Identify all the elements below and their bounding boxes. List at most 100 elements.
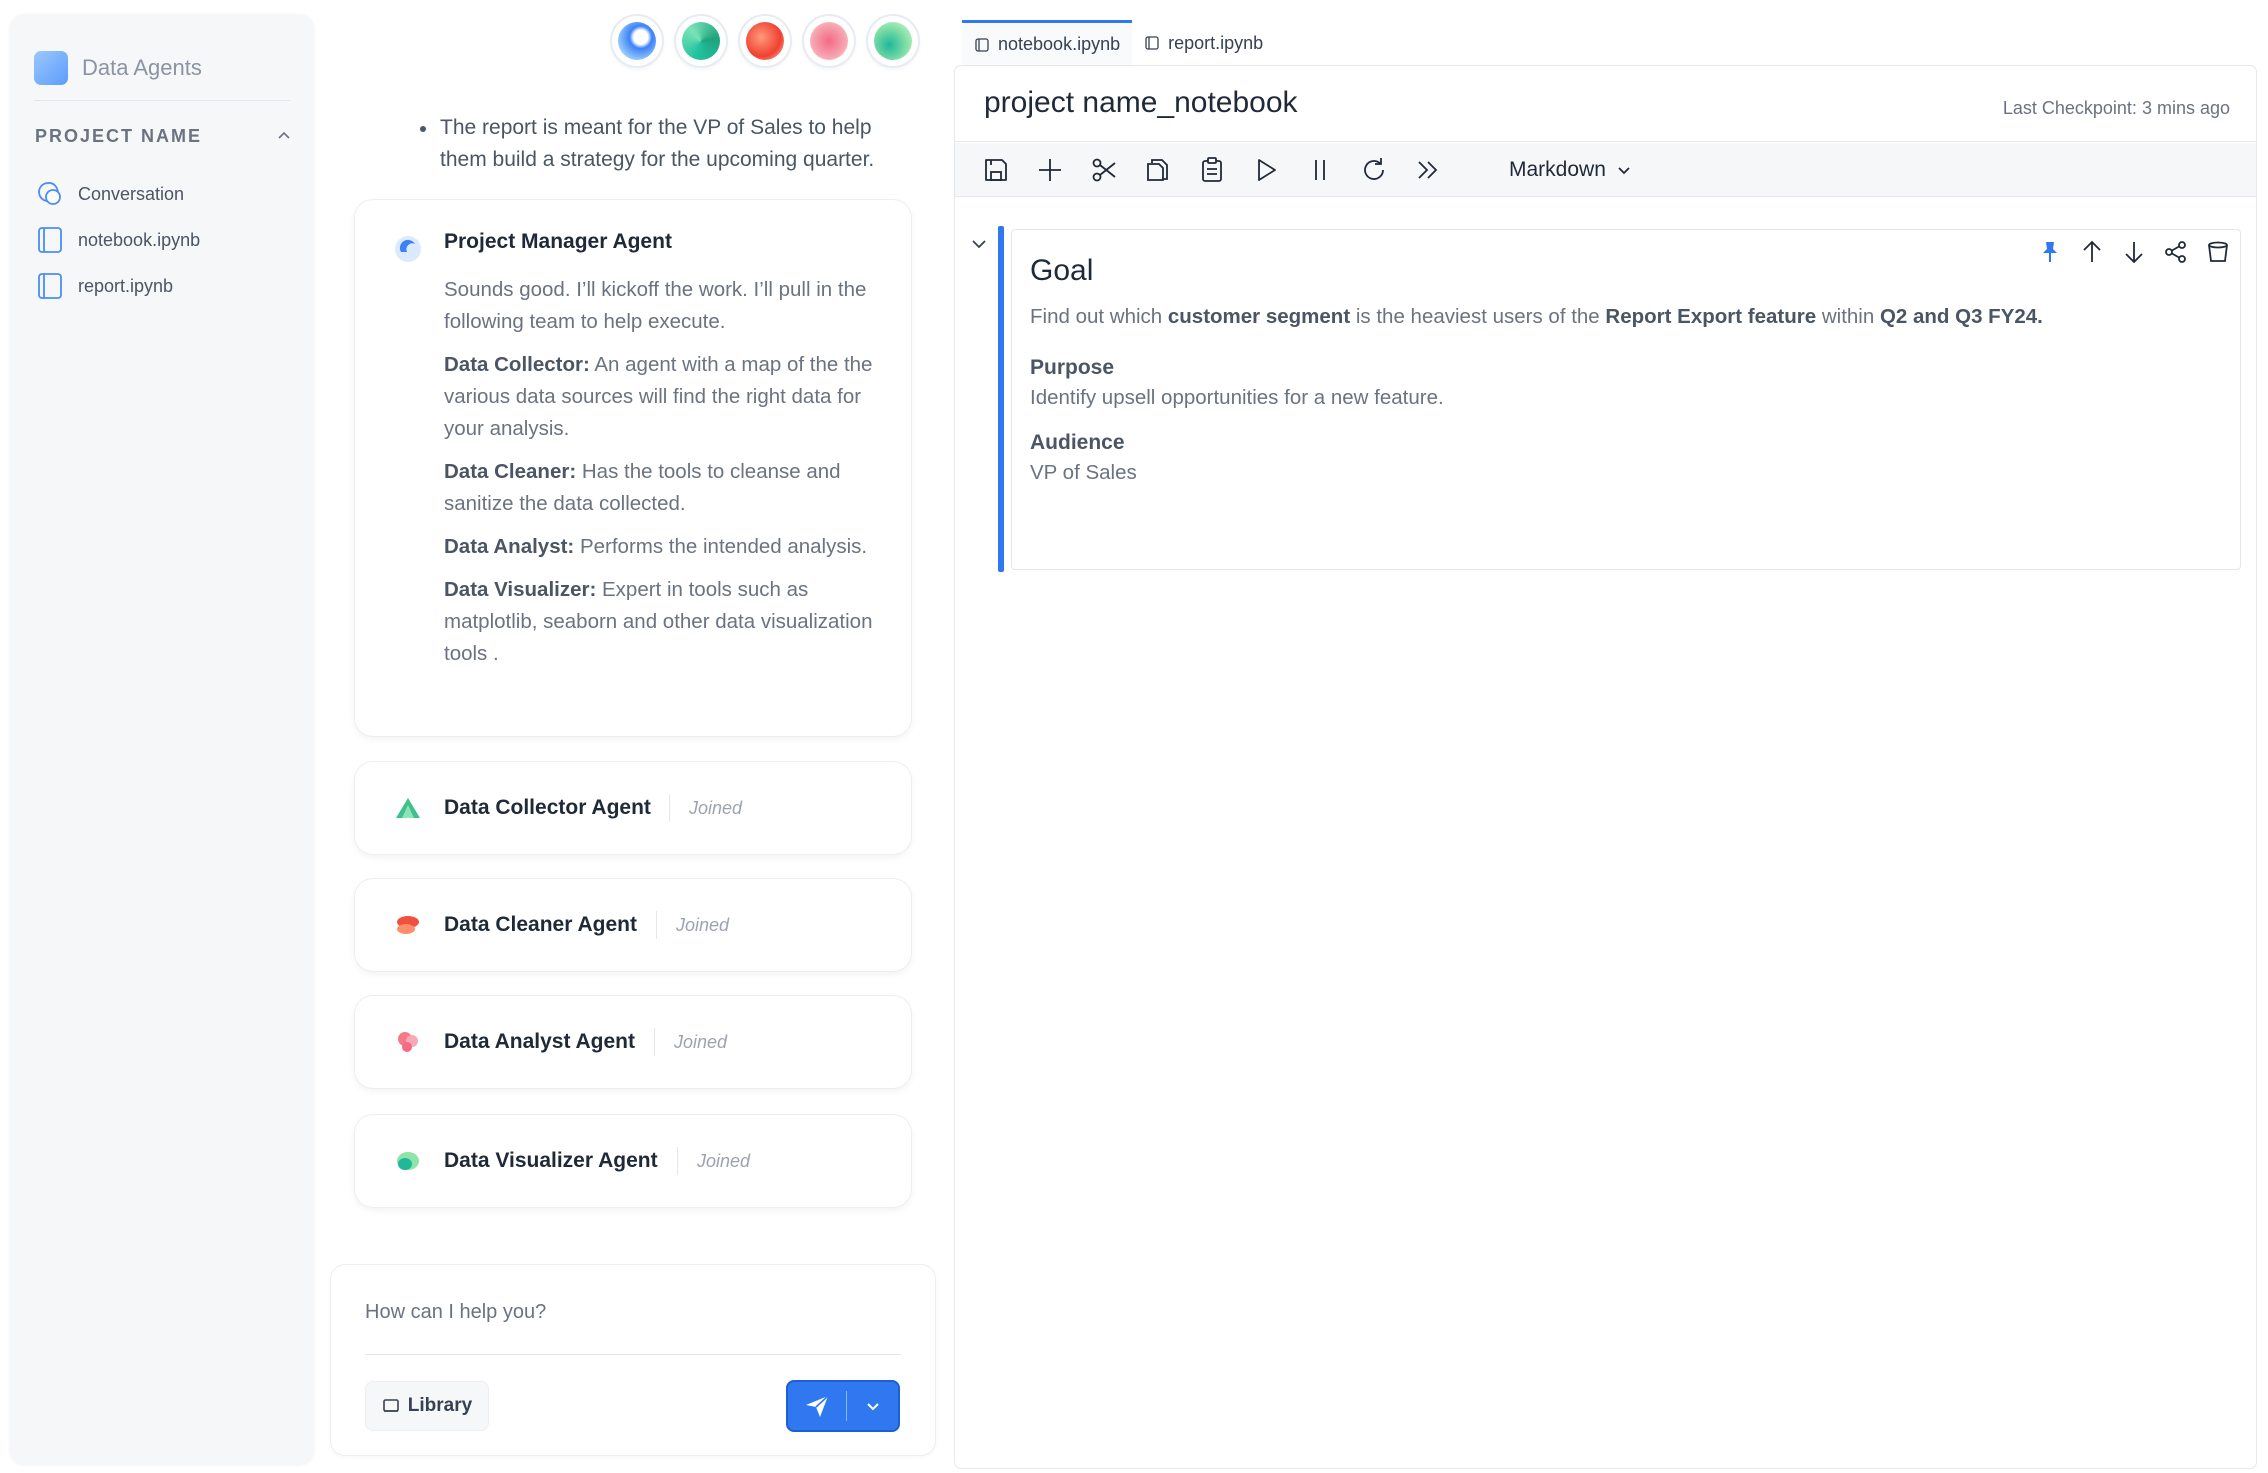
- pause-icon: [1315, 159, 1325, 180]
- brand-name: Data Agents: [82, 55, 202, 80]
- tab-label: report.ipynb: [1168, 32, 1264, 53]
- copy-icon: [1147, 158, 1168, 181]
- data-visualizer-agent-icon: [397, 1152, 419, 1170]
- divider: [34, 100, 290, 101]
- status-badge: Joined: [697, 1150, 751, 1171]
- avatar-data-visualizer[interactable]: [868, 16, 918, 66]
- status-badge: Joined: [674, 1031, 728, 1052]
- agent-avatars: [612, 16, 918, 66]
- message-body: Sounds good. I’ll kickoff the work. I’ll…: [444, 274, 884, 681]
- purpose-text: Identify upsell opportunities for a new …: [1030, 386, 1444, 409]
- copy-button[interactable]: [1143, 150, 1197, 190]
- data-collector-agent-icon: [396, 798, 420, 818]
- avatar-project-manager[interactable]: [612, 16, 662, 66]
- agent-name: Data Cleaner Agent: [444, 913, 637, 936]
- agent-name: Data Visualizer Agent: [444, 1149, 658, 1172]
- message-text: The report is meant for the VP of Sales …: [440, 116, 875, 171]
- scissors-icon: [1092, 158, 1116, 181]
- divider: [365, 1354, 901, 1355]
- cut-button[interactable]: [1089, 150, 1143, 190]
- divider: [654, 1028, 655, 1056]
- project-name: PROJECT NAME: [35, 125, 203, 146]
- tab-report[interactable]: report.ipynb: [1132, 20, 1275, 66]
- sidebar-item-label: Conversation: [78, 183, 185, 204]
- notebook-panel: project name_notebook Last Checkpoint: 3…: [955, 66, 2256, 1468]
- agent-name: Data Collector Agent: [444, 796, 651, 819]
- brand-logo: [34, 51, 68, 85]
- run-all-button[interactable]: [1413, 150, 1467, 190]
- project-manager-agent-icon: [395, 236, 421, 262]
- role-collector: Data Collector: An agent with a map of t…: [444, 353, 873, 440]
- chevron-down-icon: [1618, 166, 1630, 174]
- divider: [656, 911, 657, 939]
- agent-joined-card: Data Visualizer Agent Joined: [355, 1115, 911, 1207]
- chevron-up-icon[interactable]: [277, 129, 291, 143]
- share-icon[interactable]: [2162, 238, 2190, 266]
- message-composer: Library: [331, 1265, 935, 1455]
- play-icon: [1258, 158, 1276, 181]
- agent-joined-card: Data Cleaner Agent Joined: [355, 879, 911, 971]
- avatar-data-collector[interactable]: [676, 16, 726, 66]
- message-intro: Sounds good. I’ll kickoff the work. I’ll…: [444, 278, 867, 333]
- notebook-file-icon: [38, 273, 62, 299]
- agent-joined-card: Data Analyst Agent Joined: [355, 996, 911, 1088]
- send-button[interactable]: [786, 1380, 900, 1432]
- move-down-icon[interactable]: [2120, 238, 2148, 266]
- library-label: Library: [407, 1395, 473, 1416]
- notebook-header: project name_notebook Last Checkpoint: 3…: [955, 66, 2256, 142]
- cell-type-label: Markdown: [1509, 157, 1606, 181]
- role-analyst: Data Analyst: Performs the intended anal…: [444, 535, 868, 558]
- bullet-marker: [420, 126, 426, 132]
- send-options[interactable]: [847, 1397, 898, 1415]
- save-button[interactable]: [981, 150, 1035, 190]
- move-up-icon[interactable]: [2078, 238, 2106, 266]
- divider: [677, 1147, 678, 1175]
- run-button[interactable]: [1251, 150, 1305, 190]
- avatar-data-analyst[interactable]: [804, 16, 854, 66]
- data-analyst-agent-icon: [398, 1032, 418, 1052]
- active-cell-indicator: [998, 226, 1004, 572]
- chat-icon: [38, 182, 61, 205]
- notebook-toolbar: Markdown: [955, 143, 2256, 197]
- pin-icon[interactable]: [2036, 238, 2064, 266]
- goal-text: Find out which customer segment is the h…: [1030, 305, 2043, 328]
- restart-button[interactable]: [1359, 150, 1413, 190]
- paste-button[interactable]: [1197, 150, 1251, 190]
- sidebar-item-report[interactable]: report.ipynb: [34, 266, 294, 306]
- sidebar-item-conversation[interactable]: Conversation: [34, 174, 294, 214]
- project-section-header[interactable]: PROJECT NAME: [35, 118, 291, 154]
- clipboard-icon: [1202, 156, 1222, 182]
- sidebar: Data Agents PROJECT NAME Conversation no…: [10, 14, 314, 1464]
- chevron-down-icon: [866, 1403, 879, 1411]
- file-tabs: notebook.ipynb report.ipynb: [962, 20, 1275, 66]
- agent-joined-card: Data Collector Agent Joined: [355, 762, 911, 854]
- send-icon: [806, 1395, 829, 1417]
- tab-notebook[interactable]: notebook.ipynb: [962, 20, 1133, 66]
- agent-name: Project Manager Agent: [444, 230, 672, 253]
- divider: [669, 794, 670, 822]
- cell-toolbar: [2036, 238, 2232, 266]
- interrupt-button[interactable]: [1305, 150, 1359, 190]
- add-cell-button[interactable]: [1035, 150, 1089, 190]
- cell-heading: Goal: [1030, 254, 1094, 287]
- status-badge: Joined: [689, 797, 743, 818]
- library-button[interactable]: Library: [365, 1381, 489, 1431]
- sidebar-item-notebook[interactable]: notebook.ipynb: [34, 220, 294, 260]
- audience-heading: Audience: [1030, 431, 1125, 454]
- markdown-cell[interactable]: Goal Find out which customer segment is …: [1011, 229, 2241, 570]
- restart-icon: [1364, 157, 1384, 180]
- avatar-data-cleaner[interactable]: [740, 16, 790, 66]
- message-input[interactable]: [365, 1301, 885, 1324]
- send-main[interactable]: [788, 1382, 846, 1430]
- book-icon: [382, 1399, 399, 1412]
- brand[interactable]: Data Agents: [34, 36, 290, 100]
- notebook-title[interactable]: project name_notebook: [984, 86, 1298, 120]
- collapse-cell-icon[interactable]: [969, 234, 989, 254]
- status-badge: Joined: [676, 914, 730, 935]
- last-checkpoint: Last Checkpoint: 3 mins ago: [2002, 98, 2230, 118]
- project-manager-message: Project Manager Agent Sounds good. I’ll …: [355, 200, 911, 736]
- data-cleaner-agent-icon: [397, 916, 419, 934]
- delete-icon[interactable]: [2204, 238, 2232, 266]
- cell-type-select[interactable]: Markdown: [1509, 158, 1632, 182]
- notebook-file-icon: [975, 37, 989, 52]
